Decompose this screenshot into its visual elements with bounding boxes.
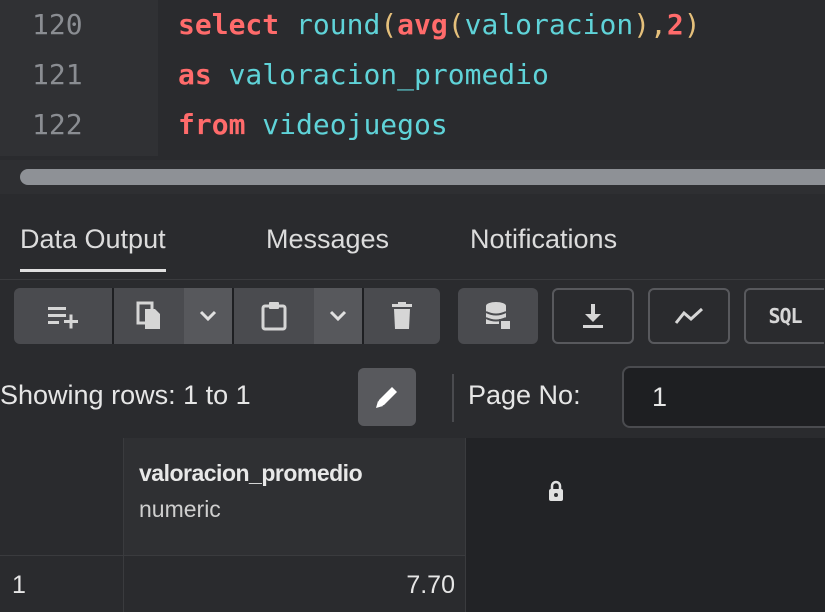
paste-button[interactable] [234,288,314,344]
pager-divider [452,374,454,422]
scrollbar-thumb[interactable] [20,169,825,185]
sql-icon: SQL [768,304,802,328]
pagination-bar: Showing rows: 1 to 1 Page No: [0,360,825,438]
tab-data-output[interactable]: Data Output [20,224,166,272]
graph-icon [674,307,704,324]
download-icon [583,304,603,328]
editor-horizontal-scrollbar[interactable] [0,160,825,194]
save-data-icon [485,302,511,330]
chevron-down-icon [199,310,217,322]
sql-editor[interactable]: 120 select round(avg(valoracion),2) 121 … [0,0,825,160]
punctuation-token: ( [447,8,465,41]
code-text[interactable]: from videojuegos [178,100,448,150]
data-cell[interactable]: 7.70 [124,556,466,612]
delete-button[interactable] [364,288,440,344]
column-type: numeric [139,496,221,522]
identifier-token: valoracion [464,8,634,41]
code-line[interactable]: 120 select round(avg(valoracion),2) [0,0,825,50]
identifier-token: valoracion_promedio [228,58,549,91]
tab-notifications[interactable]: Notifications [470,224,617,272]
add-row-icon [48,307,78,329]
copy-button[interactable] [114,288,184,344]
output-tabs: Data Output Messages Notifications [0,194,825,280]
keyword-token: from [178,108,246,141]
column-header[interactable]: valoracion_promedio numeric [124,438,563,556]
copy-icon [136,301,160,329]
edit-rows-button[interactable] [358,368,416,426]
pencil-icon [376,387,397,408]
add-row-button[interactable] [14,288,112,344]
code-text[interactable]: select round(avg(valoracion),2) [178,0,701,50]
line-number: 121 [32,58,83,91]
save-data-button[interactable] [458,288,538,344]
number-token: 2 [666,8,684,41]
code-text[interactable]: as valoracion_promedio [178,50,549,100]
delete-icon [392,302,412,329]
chevron-down-icon [329,310,347,322]
line-number: 120 [32,8,83,41]
function-token: avg [397,8,448,41]
tab-messages[interactable]: Messages [266,224,389,272]
page-number-label: Page No: [468,380,581,410]
paste-icon [261,302,287,331]
download-button[interactable] [552,288,634,344]
column-name: valoracion_promedio [139,460,363,486]
code-line[interactable]: 122 from videojuegos [0,100,825,150]
data-output-toolbar: SQL [0,280,825,360]
row-number[interactable]: 1 [0,556,124,612]
copy-options-dropdown[interactable] [184,288,232,344]
punctuation-token: ), [633,8,667,41]
result-grid: valoracion_promedio numeric 1 7.70 [0,438,825,612]
page-number-input[interactable] [622,366,825,428]
showing-rows-label: Showing rows: 1 to 1 [0,380,251,410]
paste-options-dropdown[interactable] [314,288,362,344]
lock-icon [549,480,563,501]
punctuation-token: ( [380,8,398,41]
identifier-token: videojuegos [262,108,448,141]
function-token: round [296,8,381,41]
line-number: 122 [32,108,83,141]
keyword-token: as [178,58,212,91]
select-all-corner[interactable] [0,438,124,556]
code-line[interactable]: 121 as valoracion_promedio [0,50,825,100]
punctuation-token: ) [683,8,701,41]
graph-visualiser-button[interactable] [648,288,730,344]
view-sql-button[interactable]: SQL [744,288,824,344]
keyword-token: select [178,8,280,41]
